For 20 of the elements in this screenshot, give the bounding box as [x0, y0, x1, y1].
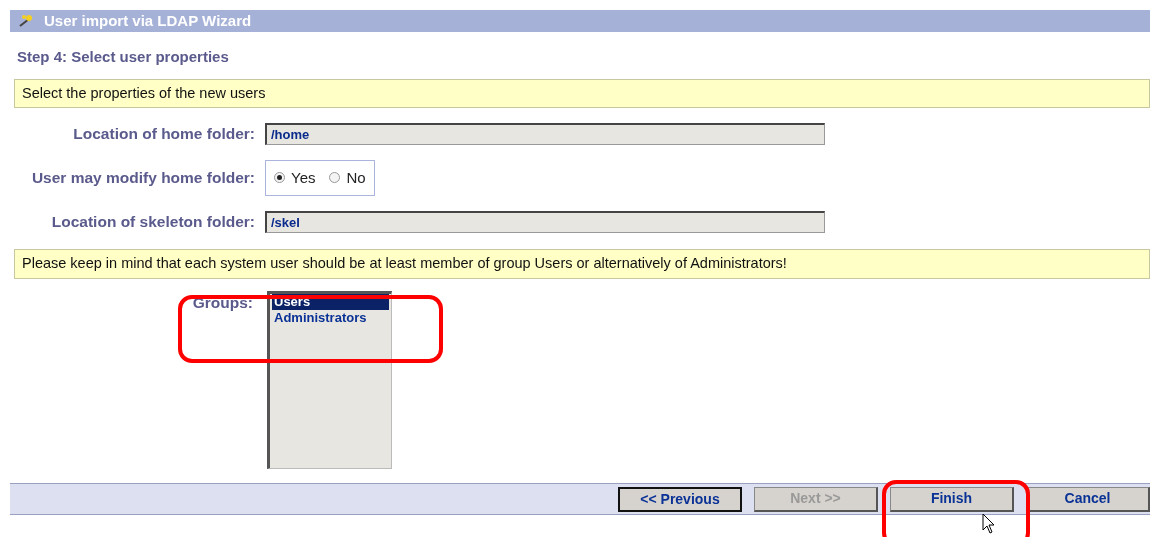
- radio-button[interactable]: [329, 172, 341, 184]
- wizard-button[interactable]: << Previous: [618, 486, 742, 512]
- input-field[interactable]: /home: [265, 122, 825, 145]
- option-label: Yes: [291, 167, 316, 188]
- list-item[interactable]: Administrators: [272, 310, 389, 326]
- field-label: User may modify home folder:: [30, 168, 256, 189]
- radio-button[interactable]: [274, 172, 285, 184]
- option-label: No: [346, 167, 366, 188]
- wizard-button[interactable]: Cancel: [1026, 486, 1150, 512]
- input-field[interactable]: /skel: [265, 210, 825, 233]
- wand-icon: [18, 14, 34, 28]
- step-heading: Step 4: Select user properties: [17, 47, 230, 67]
- wizard-button[interactable]: Finish: [890, 486, 1014, 512]
- info-note: Select the properties of the new users: [14, 78, 1150, 109]
- field-label: Groups:: [191, 293, 254, 313]
- warning-note: Please keep in mind that each system user should be at least member of group Users or alternatively of Administrators!: [14, 249, 1150, 279]
- cursor-icon: [982, 513, 996, 535]
- window-title: User import via LDAP Wizard: [44, 10, 252, 31]
- field-label: Location of home folder:: [72, 124, 256, 145]
- field-label: Location of skeleton folder:: [50, 212, 256, 232]
